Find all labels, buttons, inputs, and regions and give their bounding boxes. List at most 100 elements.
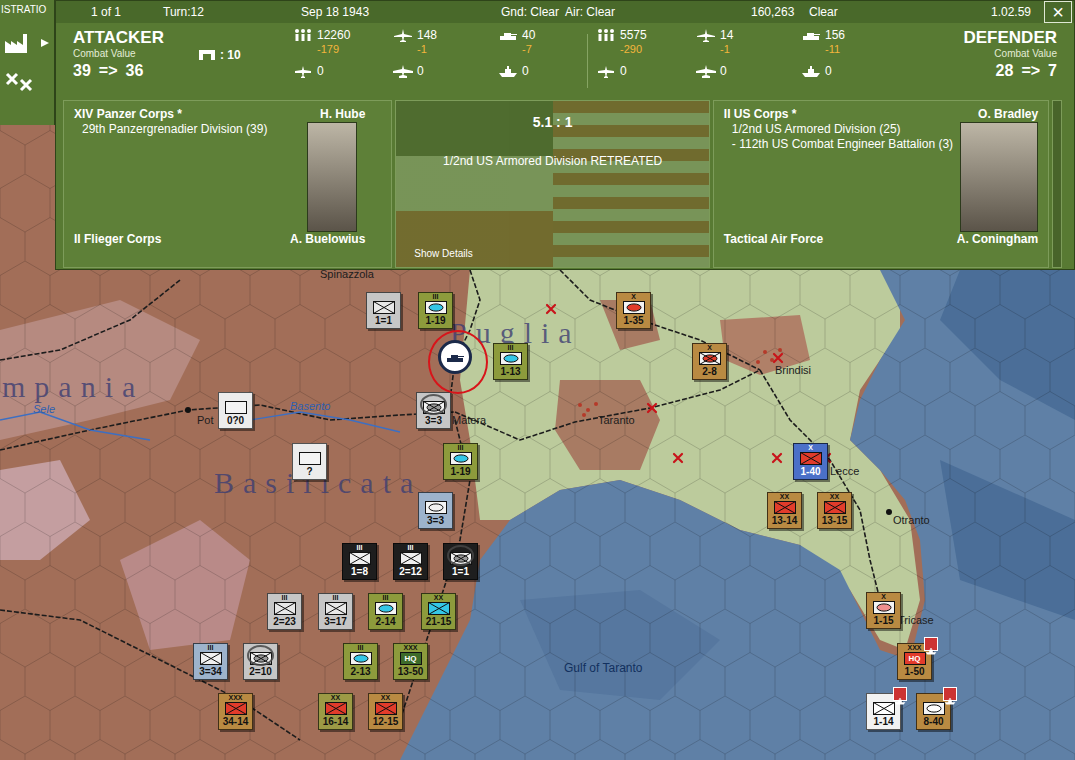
stat: 5575-290 <box>596 28 696 64</box>
stat: 40-7 <box>498 28 583 64</box>
stat-value: 0 <box>825 64 832 78</box>
unit-label: 3=3 <box>427 514 444 527</box>
stat: 156-11 <box>801 28 886 64</box>
unit-counter[interactable]: X1-35 <box>616 292 651 329</box>
stat-values: 0 <box>720 64 727 78</box>
unit-size: III <box>282 594 288 602</box>
unit-label: 1-19 <box>450 465 470 478</box>
town-label: Otranto <box>893 514 930 526</box>
toolbar-title[interactable]: ISTRATIO <box>0 0 54 16</box>
version: 1.02.59 <box>991 3 1044 21</box>
unit-counter[interactable]: XXXHQ1-50 <box>897 643 932 680</box>
unit-counter[interactable]: III1=8 <box>342 543 377 580</box>
show-details-link[interactable]: Show Details <box>406 246 472 261</box>
armor-icon <box>425 301 447 314</box>
stat: 0 <box>801 64 886 88</box>
infantry-icon <box>325 702 347 715</box>
infantry-icon <box>400 552 422 565</box>
unit-label: 2-14 <box>375 615 395 628</box>
unit-counter[interactable]: 3=3 <box>416 392 451 429</box>
unit-counter[interactable]: XX21-15 <box>421 593 456 630</box>
unit-list: 29th Panzergrenadier Division (39) <box>74 122 307 232</box>
unit-size: III <box>358 644 364 652</box>
attacker-stats: 12260-179148-140-7000 <box>293 28 583 98</box>
tools-icon[interactable] <box>4 71 34 95</box>
unit-counter[interactable]: III1-19 <box>418 292 453 329</box>
armor-icon <box>450 452 472 465</box>
arrow-icon[interactable] <box>40 38 50 48</box>
toolbar-row <box>0 16 54 54</box>
unit-counter[interactable]: XXXHQ13-50 <box>393 643 428 680</box>
corps-name: XIV Panzer Corps * <box>74 107 182 122</box>
unit-counter[interactable]: 1=1 <box>366 292 401 329</box>
unit-counter[interactable]: III2=23 <box>267 593 302 630</box>
unit-counter[interactable]: III2=12 <box>393 543 428 580</box>
stat-values: 12260-179 <box>317 28 350 56</box>
stat-values: 0 <box>620 64 627 78</box>
town-label: Pot <box>197 414 214 426</box>
unit-size: XX <box>830 493 839 501</box>
region-label: mpania <box>2 370 144 403</box>
unit-size: X <box>808 444 813 452</box>
unit-label: 2-8 <box>702 365 716 378</box>
unit-counter[interactable]: XX16-14 <box>318 693 353 730</box>
unit-counter[interactable]: 1=1 <box>443 543 478 580</box>
unit-counter[interactable]: XX13-15 <box>817 492 852 529</box>
unit-counter[interactable]: 0?0 <box>218 392 253 429</box>
card-body: 29th Panzergrenadier Division (39) <box>74 122 381 232</box>
stat-values: 148-1 <box>417 28 437 56</box>
unit-counter[interactable]: III2-14 <box>368 593 403 630</box>
unit-label: 1=1 <box>375 314 392 327</box>
unit-counter[interactable]: XX12-15 <box>368 693 403 730</box>
unit-label: 3=3 <box>425 414 442 427</box>
unit-entry[interactable]: 1/2nd US Armored Division (25) <box>732 122 960 137</box>
combat-value: 39 => 36 <box>73 60 198 82</box>
ship-icon <box>924 637 938 651</box>
weather: Gnd: Clear Air: Clear <box>501 3 751 21</box>
unit-counter[interactable]: 8-40 <box>916 693 951 730</box>
unit-label: 1-15 <box>873 614 893 627</box>
naval-icon <box>498 64 518 78</box>
unit-size: XXX <box>228 694 242 702</box>
corps-row: II Flieger Corps A. Buelowius <box>74 232 381 247</box>
town-label: Lecce <box>830 465 859 477</box>
unit-counter[interactable]: III1-19 <box>443 443 478 480</box>
retreat-marker[interactable] <box>438 340 472 374</box>
unit-counter[interactable]: 2=10 <box>243 643 278 680</box>
unit-counter[interactable]: XXX34-14 <box>218 693 253 730</box>
unit-counter[interactable]: 3=3 <box>418 492 453 529</box>
unit-counter[interactable]: III3=17 <box>318 593 353 630</box>
unit-size: III <box>333 594 339 602</box>
unit-counter[interactable]: III2-13 <box>343 643 378 680</box>
infantry-icon <box>428 602 450 615</box>
cv-after: 36 <box>125 60 143 82</box>
stat: 0 <box>293 64 393 88</box>
unit-counter[interactable]: X2-8 <box>692 343 727 380</box>
stat: 12260-179 <box>293 28 393 64</box>
close-button[interactable]: × <box>1044 1 1072 23</box>
unit-counter[interactable]: X1-40 <box>793 443 828 480</box>
cv-after: 7 <box>1048 60 1057 82</box>
unit-counter[interactable]: XX13-14 <box>767 492 802 529</box>
unit-counter[interactable]: III3=34 <box>193 643 228 680</box>
infantry-icon <box>325 602 347 615</box>
scrollbar[interactable] <box>1052 100 1062 268</box>
armor-icon <box>623 301 645 314</box>
unit-entry[interactable]: - 112th US Combat Engineer Battalion (3) <box>732 137 960 152</box>
infantry-icon <box>873 702 895 715</box>
factory-icon[interactable] <box>4 32 32 54</box>
tank-icon <box>498 28 518 42</box>
corps-row: II US Corps * O. Bradley <box>724 107 1038 122</box>
fighter-icon <box>696 28 716 42</box>
stat-values: 14-1 <box>720 28 733 56</box>
stat: 0 <box>498 64 583 88</box>
unit-counter[interactable]: 1-14 <box>866 693 901 730</box>
unit-entry[interactable]: 29th Panzergrenadier Division (39) <box>82 122 307 137</box>
unit-counter[interactable]: X1-15 <box>866 592 901 629</box>
unit-counter[interactable]: III1-13 <box>493 343 528 380</box>
armor-icon <box>375 602 397 615</box>
unit-label: 2=12 <box>399 565 422 578</box>
unit-label: ? <box>306 465 312 478</box>
result-message: 1/2nd US Armored Division RETREATED <box>443 154 662 169</box>
unit-counter[interactable]: ? <box>292 443 327 480</box>
